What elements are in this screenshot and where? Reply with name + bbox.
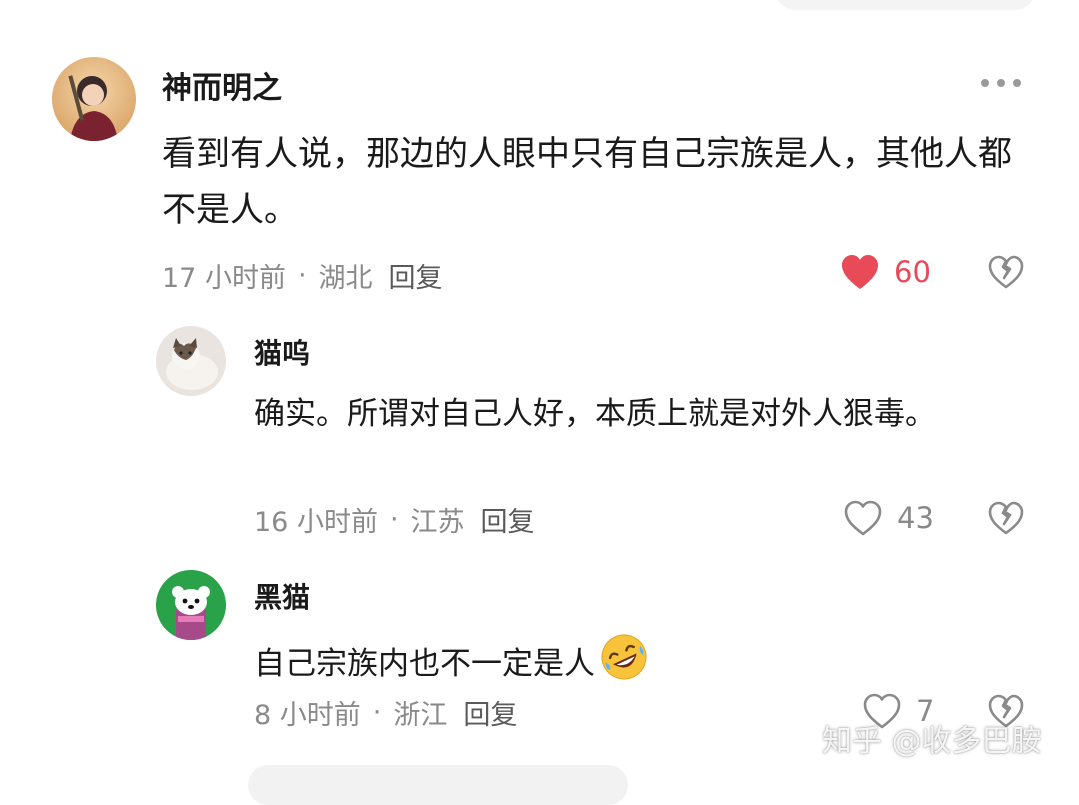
comment-text: 看到有人说，那边的人眼中只有自己宗族是人，其他人都不是人。 (162, 134, 1012, 230)
reply-button[interactable]: 回复 (389, 256, 443, 295)
comment-author[interactable]: 猫呜 (254, 332, 310, 372)
meta-separator: · (372, 697, 382, 728)
comment-text: 自己宗族内也不一定是人 (254, 632, 1014, 690)
like-count: 43 (897, 501, 934, 535)
comment-text: 确实。所谓对自己人好，本质上就是对外人狠毒。 (254, 396, 936, 432)
heart-filled-icon (842, 255, 878, 289)
reply-button[interactable]: 回复 (463, 693, 517, 732)
broken-heart-icon[interactable] (987, 254, 1025, 290)
broken-heart-icon[interactable] (987, 500, 1025, 536)
more-options-icon[interactable] (981, 79, 1021, 87)
meta-separator: · (297, 260, 307, 291)
comment-time: 16 小时前 (254, 507, 378, 538)
comment-author[interactable]: 黑猫 (254, 576, 310, 616)
like-count: 60 (894, 255, 931, 289)
reply-button[interactable]: 回复 (481, 500, 535, 539)
top-input-pill (775, 0, 1035, 10)
comment-text-body: 自己宗族内也不一定是人 (254, 646, 595, 682)
comment-time: 17 小时前 (162, 263, 286, 294)
comment-location: 江苏 (410, 507, 465, 538)
like-button[interactable]: 60 (840, 253, 931, 291)
avatar[interactable] (156, 326, 226, 396)
comment-meta: 8 小时前 · 浙江 回复 (254, 693, 517, 732)
rolling-on-floor-laughing-icon (601, 634, 647, 680)
comment-time: 8 小时前 (254, 700, 361, 731)
comment-meta: 17 小时前 · 湖北 回复 (162, 256, 443, 295)
comment-location: 浙江 (393, 700, 448, 731)
watermark: 知乎 @收多巴胺 (822, 724, 1042, 759)
avatar[interactable] (156, 570, 226, 640)
heart-outline-icon (844, 500, 882, 536)
bottom-input-pill (248, 765, 628, 805)
like-button[interactable]: 43 (843, 499, 934, 537)
meta-separator: · (389, 504, 399, 535)
comment-location: 湖北 (318, 263, 373, 294)
comment-author[interactable]: 神而明之 (162, 63, 282, 107)
comment-meta: 16 小时前 · 江苏 回复 (254, 500, 535, 539)
avatar[interactable] (52, 57, 136, 141)
